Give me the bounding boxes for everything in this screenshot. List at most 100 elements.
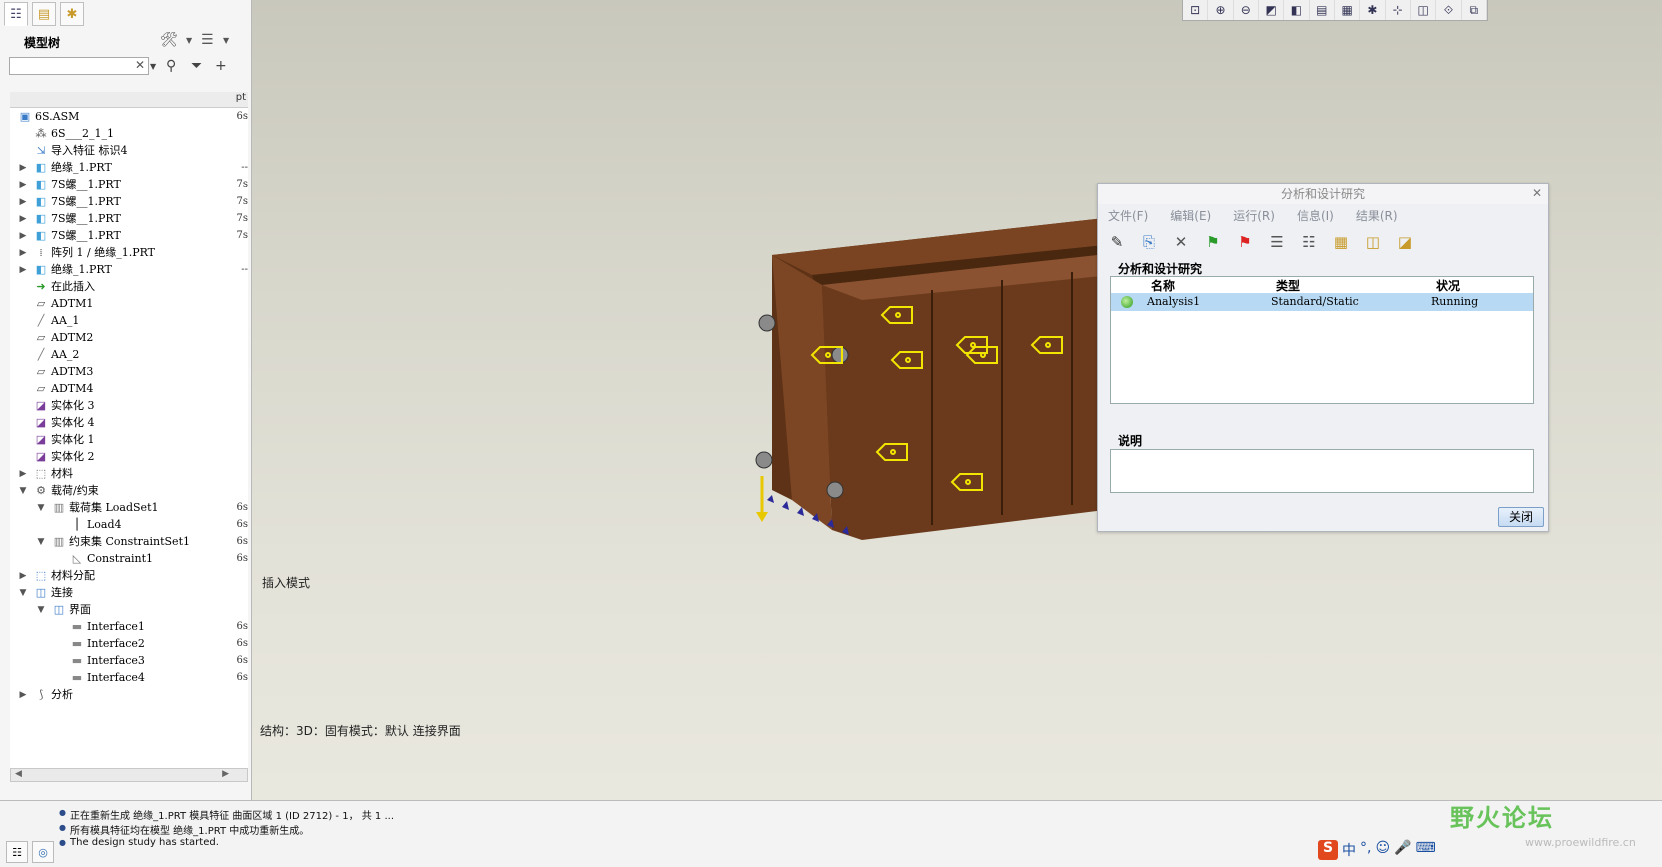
description-field[interactable] — [1110, 449, 1534, 493]
repaint-icon[interactable]: ◩ — [1259, 0, 1285, 20]
tree-item[interactable]: ◪ 实体化 2 — [10, 448, 248, 466]
sogou-icon[interactable]: S — [1318, 840, 1338, 860]
expand-icon[interactable]: ▶ — [18, 567, 28, 585]
add-icon[interactable]: + — [215, 58, 227, 74]
simulation-display-icon[interactable]: ⟐ — [1436, 0, 1462, 20]
tree-item[interactable]: ◪ 实体化 3 — [10, 397, 248, 415]
find-icon[interactable]: ⚲ — [166, 58, 176, 74]
zoom-out-icon[interactable]: ⊖ — [1234, 0, 1259, 20]
tree-item[interactable]: ▬ Interface4 6s — [10, 669, 248, 687]
review-icon[interactable]: ◪ — [1394, 231, 1416, 253]
expand-icon[interactable]: ▶ — [18, 244, 28, 262]
tree-item[interactable]: ▶ ◧ 绝缘_1.PRT -- — [10, 159, 248, 177]
show-icon[interactable]: ☰ — [201, 32, 214, 48]
menu-item[interactable]: 信息(I) — [1297, 206, 1334, 226]
expand-icon[interactable]: ▶ — [18, 210, 28, 228]
collapse-icon[interactable]: ▼ — [36, 533, 46, 551]
chevron-down-icon[interactable]: ▼ — [223, 36, 229, 45]
study-list[interactable]: 名称 类型 状况 Analysis1 Standard/Static Runni… — [1110, 276, 1534, 404]
tree-item[interactable]: ▶ ⟆ 分析 — [10, 686, 248, 704]
collapse-icon[interactable]: ▼ — [36, 601, 46, 619]
zoom-in-icon[interactable]: ⊕ — [1208, 0, 1234, 20]
tree-item[interactable]: ▶ ⬚ 材料 — [10, 465, 248, 483]
expand-icon[interactable]: ▶ — [18, 227, 28, 245]
expand-icon[interactable]: ▶ — [18, 686, 28, 704]
ime-language[interactable]: 中 — [1342, 840, 1356, 860]
tree-item[interactable]: ▼ ◫ 连接 — [10, 584, 248, 602]
folder-tab[interactable]: ▤ — [32, 2, 56, 26]
settings-icon[interactable]: 🛠 — [160, 32, 178, 48]
delete-icon[interactable]: ✕ — [1170, 231, 1192, 253]
tree-search-input[interactable]: ✕ — [9, 57, 149, 75]
column-type[interactable]: 类型 — [1276, 277, 1300, 294]
summary-icon[interactable]: ☷ — [1298, 231, 1320, 253]
datum-display-icon[interactable]: ✱ — [1360, 0, 1386, 20]
optimize-icon[interactable]: ◫ — [1362, 231, 1384, 253]
tree-item[interactable]: ▼ ▥ 载荷集 LoadSet1 6s — [10, 499, 248, 517]
edit-icon[interactable]: ✎ — [1106, 231, 1128, 253]
saved-views-icon[interactable]: ▦ — [1335, 0, 1361, 20]
status-icon[interactable]: ☰ — [1266, 231, 1288, 253]
tree-item[interactable]: ▶ ◧ 绝缘_1.PRT -- — [10, 261, 248, 279]
tree-item[interactable]: ▼ ▥ 约束集 ConstraintSet1 6s — [10, 533, 248, 551]
collapse-icon[interactable]: ▼ — [18, 482, 28, 500]
tree-item[interactable]: ▶ ⁞ 阵列 1 / 绝缘_1.PRT — [10, 244, 248, 262]
tree-item[interactable]: ╱ AA_2 — [10, 346, 248, 364]
tree-item[interactable]: ▶ ◧ 7S螺__1.PRT 7s — [10, 227, 248, 245]
close-button[interactable]: 关闭 — [1498, 507, 1544, 527]
clear-icon[interactable]: ✕ — [135, 58, 145, 72]
annotation-icon[interactable]: ◫ — [1411, 0, 1437, 20]
tree-horizontal-scrollbar[interactable]: ◀ ▶ — [10, 768, 248, 782]
tree-item[interactable]: ▶ ◧ 7S螺__1.PRT 7s — [10, 193, 248, 211]
start-run-icon[interactable]: ⚑ — [1202, 231, 1224, 253]
emoji-icon[interactable]: ☺ — [1375, 840, 1390, 860]
scroll-left-icon[interactable]: ◀ — [15, 769, 22, 779]
microphone-icon[interactable]: 🎤 — [1394, 840, 1411, 860]
tree-item[interactable]: ➜ 在此插入 — [10, 278, 248, 296]
tree-item[interactable]: ◪ 实体化 4 — [10, 414, 248, 432]
stop-run-icon[interactable]: ⚑ — [1234, 231, 1256, 253]
shading-icon[interactable]: ◧ — [1284, 0, 1310, 20]
tree-item[interactable]: ▣ 6S.ASM 6s — [10, 108, 248, 126]
tree-item[interactable]: ⁂ 6S___2_1_1 — [10, 125, 248, 143]
expand-icon[interactable]: ▶ — [18, 261, 28, 279]
tree-item[interactable]: ▱ ADTM3 — [10, 363, 248, 381]
copy-icon[interactable]: ⎘ — [1138, 231, 1160, 253]
tree-item[interactable]: ▼ ◫ 界面 — [10, 601, 248, 619]
column-status[interactable]: 状况 — [1436, 277, 1460, 294]
refit-icon[interactable]: ⊡ — [1183, 0, 1209, 20]
tree-toggle-icon[interactable]: ☷ — [6, 841, 28, 863]
tree-item[interactable]: ▼ ⚙ 载荷/约束 — [10, 482, 248, 500]
tree-item[interactable]: ▬ Interface3 6s — [10, 652, 248, 670]
results-icon[interactable]: ▦ — [1330, 231, 1352, 253]
tree-item[interactable]: ⇲ 导入特征 标识4 — [10, 142, 248, 160]
menu-item[interactable]: 编辑(E) — [1170, 206, 1211, 226]
tree-item[interactable]: ▶ ◧ 7S螺__1.PRT 7s — [10, 176, 248, 194]
tree-item[interactable]: ◪ 实体化 1 — [10, 431, 248, 449]
expand-icon[interactable]: ▶ — [18, 465, 28, 483]
tree-item[interactable]: ▶ ⬚ 材料分配 — [10, 567, 248, 585]
collapse-icon[interactable]: ▼ — [36, 499, 46, 517]
tree-item[interactable]: ▱ ADTM1 — [10, 295, 248, 313]
menu-item[interactable]: 结果(R) — [1356, 206, 1398, 226]
browser-toggle-icon[interactable]: ◎ — [32, 841, 54, 863]
chevron-down-icon[interactable]: ▼ — [186, 36, 192, 45]
tree-item[interactable]: ╱ AA_1 — [10, 312, 248, 330]
study-row[interactable]: Analysis1 Standard/Static Running — [1111, 293, 1533, 311]
collapse-icon[interactable]: ▼ — [18, 584, 28, 602]
tree-item[interactable]: ▱ ADTM4 — [10, 380, 248, 398]
tree-item[interactable]: ◺ Constraint1 6s — [10, 550, 248, 568]
expand-icon[interactable]: ▶ — [18, 159, 28, 177]
tree-item[interactable]: ▬ Interface2 6s — [10, 635, 248, 653]
tree-item[interactable]: ▶ ◧ 7S螺__1.PRT 7s — [10, 210, 248, 228]
favorites-tab[interactable]: ✱ — [60, 2, 84, 26]
model-tree-tab[interactable]: ☷ — [4, 2, 28, 26]
scroll-right-icon[interactable]: ▶ — [222, 769, 229, 779]
view-manager-icon[interactable]: ▤ — [1310, 0, 1335, 20]
column-name[interactable]: 名称 — [1151, 277, 1175, 294]
chevron-down-icon[interactable]: ▼ — [150, 62, 156, 71]
keyboard-icon[interactable]: ⌨ — [1416, 840, 1436, 860]
highlight-icon[interactable]: ⧉ — [1462, 0, 1487, 20]
spin-center-icon[interactable]: ⊹ — [1386, 0, 1411, 20]
filter-icon[interactable]: ⏷ — [191, 58, 202, 74]
